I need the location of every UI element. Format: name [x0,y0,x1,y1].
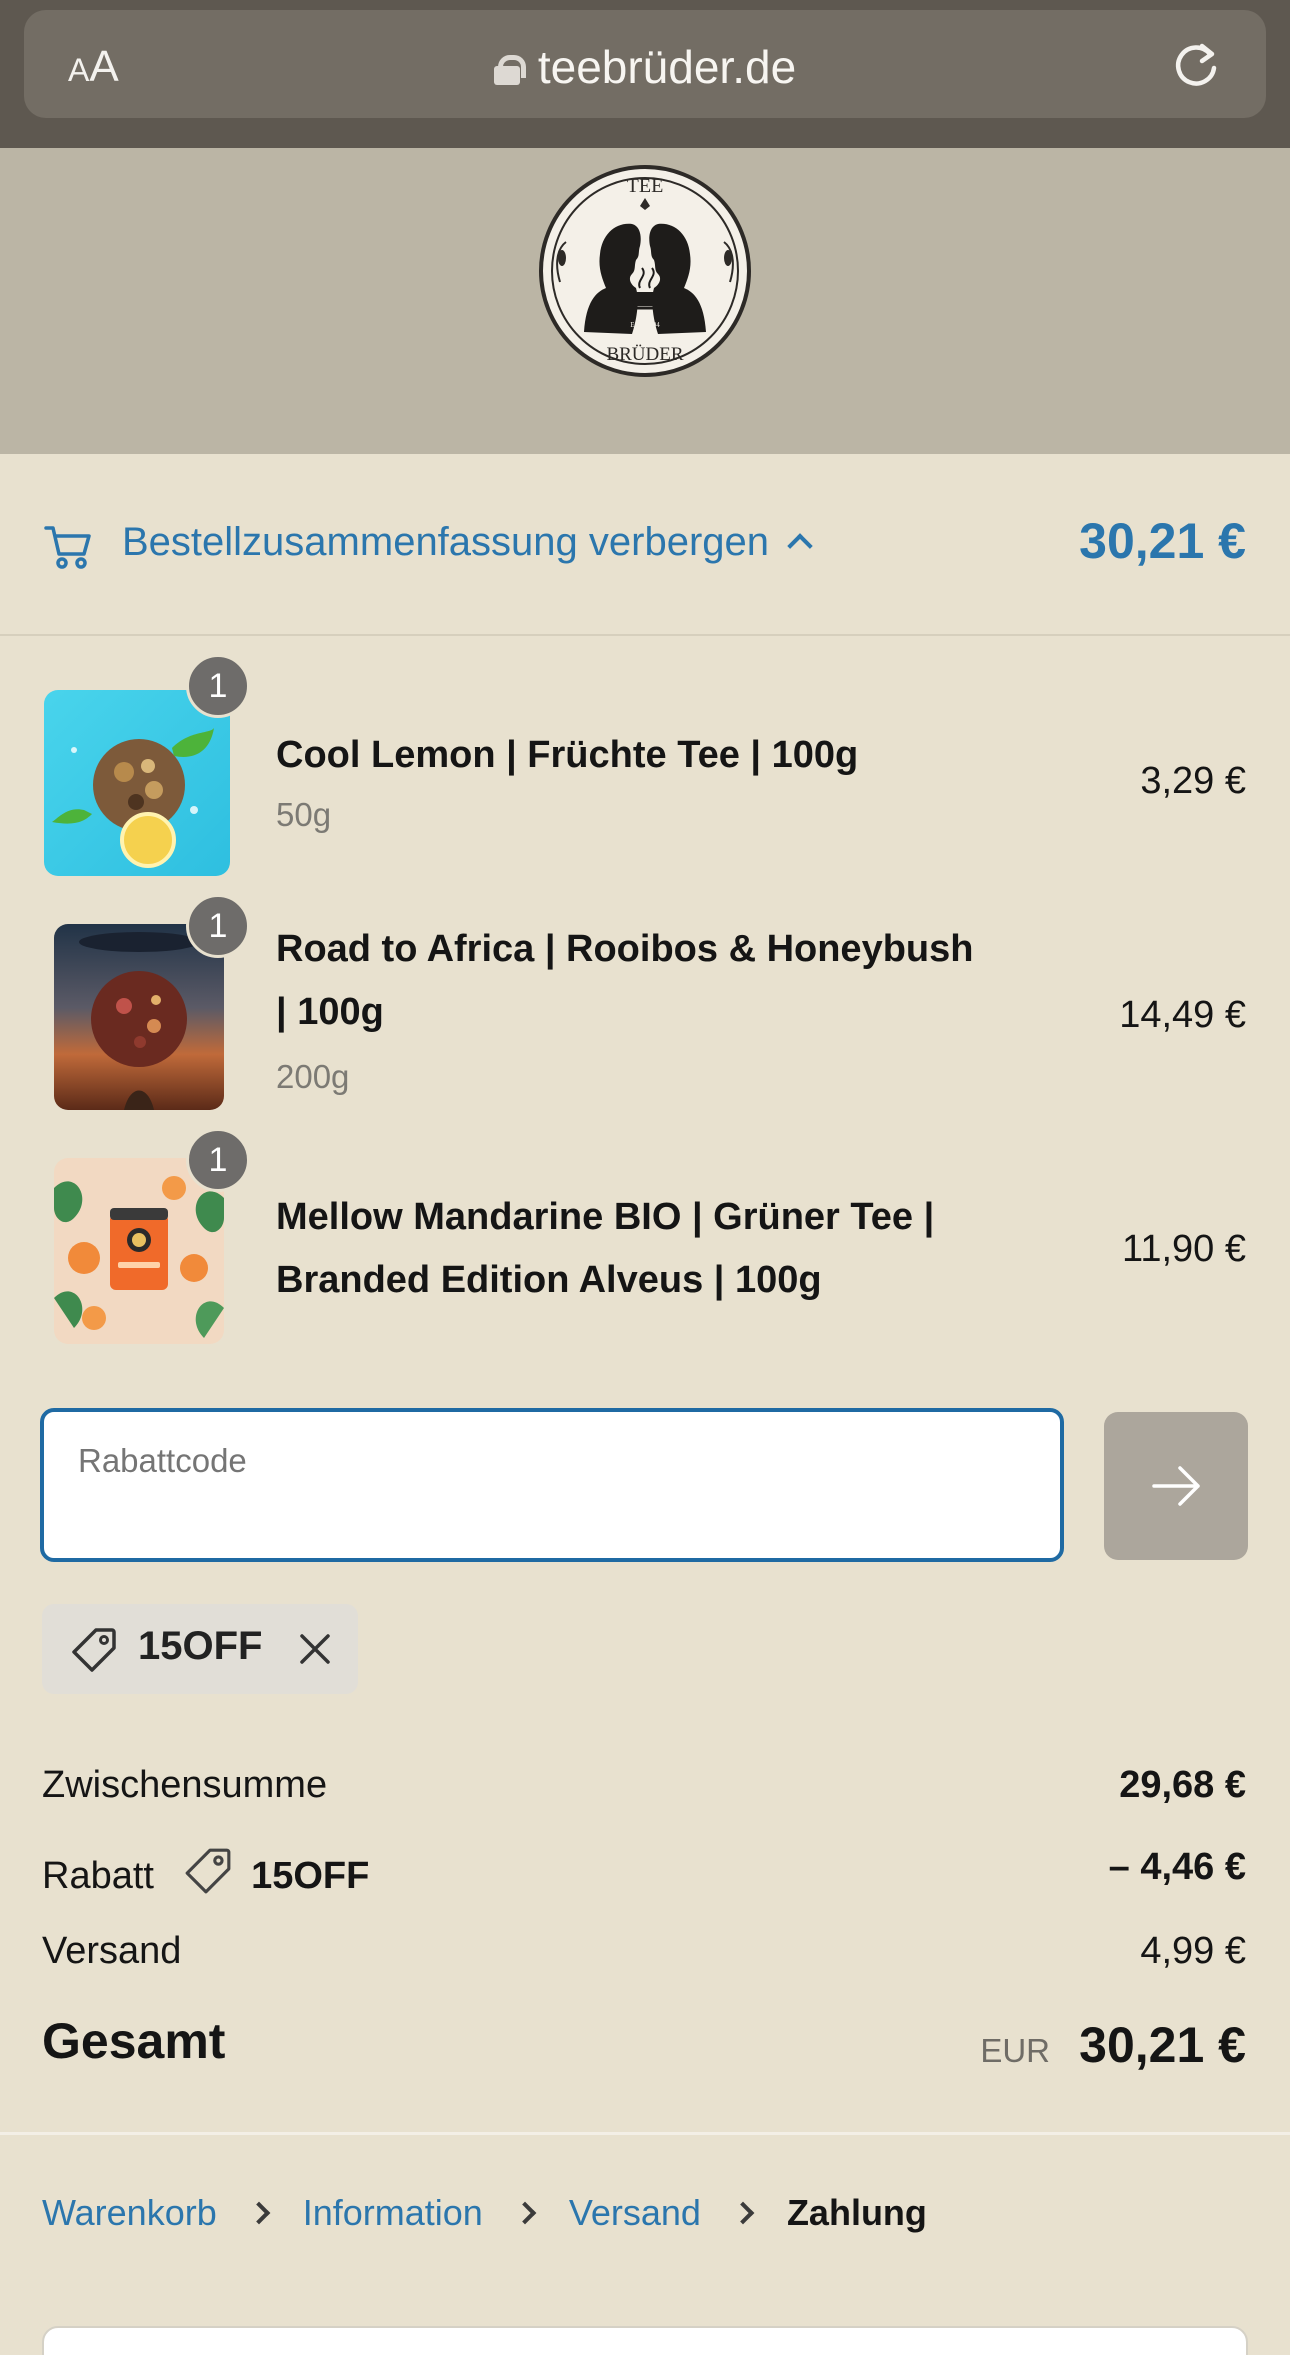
reload-icon[interactable] [1170,40,1222,92]
breadcrumb-zahlung: Zahlung [786,2192,927,2233]
product-price: 3,29 € [1140,760,1246,802]
breadcrumb-information[interactable]: Information [303,2192,483,2233]
cart-icon [44,526,91,569]
applied-discount-code: 15OFF [138,1624,263,1668]
product-image-cool-lemon [44,690,230,876]
url-text: teebrüder.de [537,41,797,93]
subtotal-label: Zwischensumme [42,1764,328,1806]
shop-header: TEE BRÜDER EST. 2004 [0,148,1290,454]
discount-code-input[interactable] [78,1442,978,1480]
applied-discount-chip: 15OFF [42,1604,358,1694]
grand-total-label: Gesamt [42,2013,226,2069]
apply-discount-button[interactable] [1104,1412,1248,1560]
chevron-right-icon [247,2201,271,2225]
breadcrumb-versand[interactable]: Versand [569,2192,701,2233]
grand-total-value: 30,21 € [1079,2017,1246,2073]
url-display[interactable]: teebrüder.de [24,40,1266,94]
discount-row-label: Rabatt 15OFF [42,1846,369,1898]
checkout-breadcrumb: Warenkorb Information Versand Zahlung [42,2192,927,2234]
subtotal-value: 29,68 € [1119,1764,1246,1806]
logo-bottom-text: BRÜDER [606,344,683,365]
quantity-badge: 1 [186,654,250,718]
lock-icon [493,55,526,85]
product-variant: 50g [276,796,332,833]
breadcrumb-warenkorb[interactable]: Warenkorb [42,2192,217,2233]
chevron-right-icon [731,2201,755,2225]
logo-top-text: TEE [627,175,664,197]
quantity-badge: 1 [186,1128,250,1192]
arrow-right-icon [1152,1466,1200,1506]
order-summary-label[interactable]: Bestellzusammenfassung verbergen [122,520,813,565]
teebrueder-logo[interactable]: TEE BRÜDER EST. 2004 [536,162,754,380]
remove-discount-icon[interactable] [292,1626,338,1672]
chevron-up-icon [787,533,813,559]
tag-icon [72,1628,116,1672]
product-name: Mellow Mandarine BIO | Grüner Tee | Brand… [276,1196,935,1301]
browser-toolbar: AA teebrüder.de [0,0,1290,148]
logo-est-text: EST. 2004 [630,321,660,329]
section-divider [0,2132,1290,2135]
product-price: 14,49 € [1119,994,1246,1036]
currency-code: EUR [980,2032,1050,2069]
shipping-label: Versand [42,1930,182,1972]
quantity-badge: 1 [186,894,250,958]
order-summary-toggle[interactable]: Bestellzusammenfassung verbergen 30,21 € [0,454,1290,636]
order-summary-total: 30,21 € [1079,513,1246,569]
tag-icon [185,1848,230,1894]
chevron-right-icon [513,2201,537,2225]
discount-code-field[interactable] [40,1408,1064,1562]
address-bar[interactable]: AA teebrüder.de [24,10,1266,118]
product-price: 11,90 € [1122,1228,1246,1270]
discount-value: – 4,46 € [1108,1846,1246,1888]
product-variant: 200g [276,1058,350,1095]
product-name: Road to Africa | Rooibos & Honeybush | 10… [276,928,974,1033]
next-section-card [42,2326,1248,2355]
product-name: Cool Lemon | Früchte Tee | 100g [276,734,859,776]
shipping-value: 4,99 € [1140,1930,1246,1972]
discount-row-code: 15OFF [251,1855,370,1897]
